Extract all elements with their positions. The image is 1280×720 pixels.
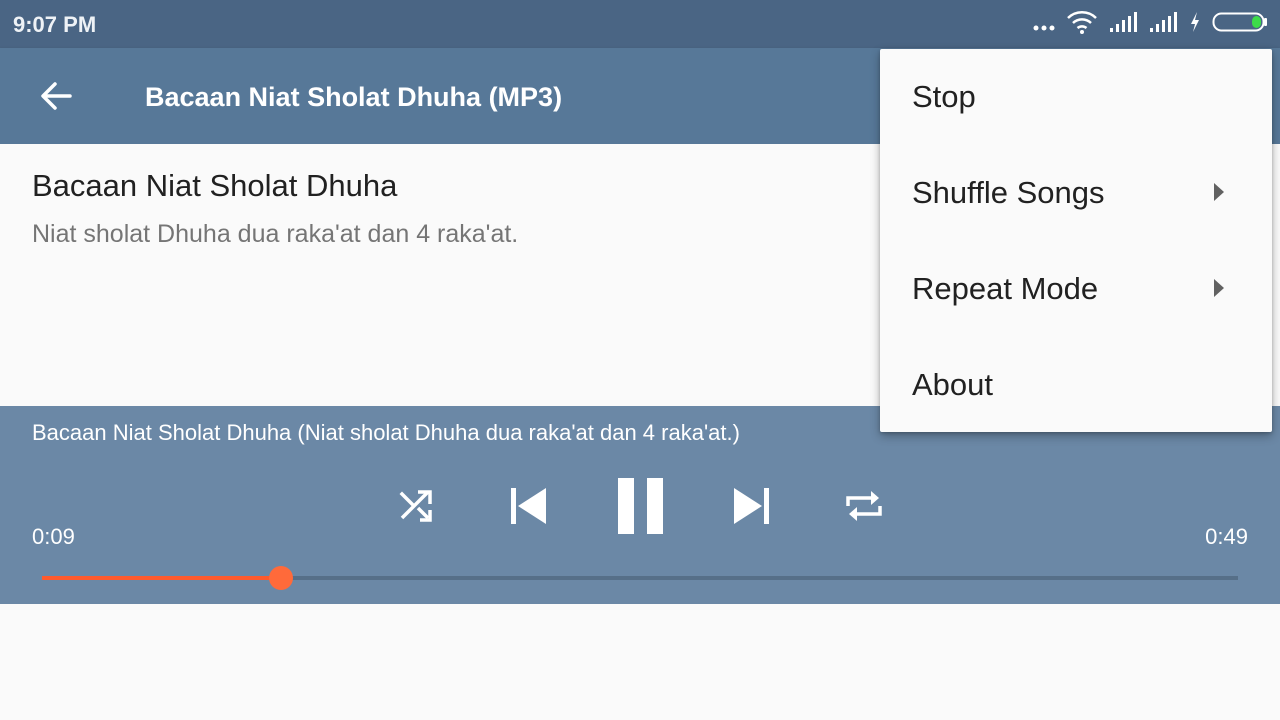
charging-icon — [1188, 8, 1202, 41]
battery-icon — [1212, 8, 1268, 41]
menu-item-shuffle-songs[interactable]: Shuffle Songs — [880, 145, 1272, 241]
total-time: 0:49 — [1205, 524, 1248, 549]
menu-item-repeat-mode[interactable]: Repeat Mode — [880, 241, 1272, 337]
status-time: 9:07 PM — [13, 12, 97, 37]
submenu-arrow-icon — [1214, 183, 1224, 201]
now-playing-text: Bacaan Niat Sholat Dhuha (Niat sholat Dh… — [32, 420, 740, 445]
next-button[interactable] — [726, 480, 778, 532]
status-icons — [1032, 10, 1268, 38]
menu-item-stop[interactable]: Stop — [880, 49, 1272, 145]
track-title: Bacaan Niat Sholat Dhuha — [32, 168, 398, 203]
arrow-back-icon — [41, 82, 72, 110]
menu-item-label: About — [912, 367, 994, 402]
menu-item-about[interactable]: About — [880, 337, 1272, 433]
player-panel: Bacaan Niat Sholat Dhuha (Niat sholat Dh… — [0, 406, 1280, 604]
submenu-arrow-icon — [1214, 279, 1224, 297]
seek-bar[interactable] — [42, 566, 1238, 590]
seek-thumb[interactable] — [269, 566, 294, 590]
shuffle-icon — [399, 490, 432, 522]
previous-button[interactable] — [502, 480, 554, 532]
skip-previous-icon — [511, 488, 546, 524]
wifi-icon — [1066, 8, 1098, 41]
player-controls — [0, 470, 1280, 542]
pause-button[interactable] — [608, 474, 672, 538]
menu-item-label: Repeat Mode — [912, 271, 1099, 306]
more-dots-icon — [1032, 8, 1056, 41]
overflow-menu: Stop Shuffle Songs Repeat Mode About — [880, 49, 1272, 432]
empty-area — [0, 604, 1280, 720]
skip-next-icon — [734, 488, 769, 524]
signal-icon — [1148, 8, 1178, 41]
status-bar: 9:07 PM — [0, 0, 1280, 48]
track-description: Niat sholat Dhuha dua raka'at dan 4 raka… — [32, 220, 519, 248]
back-button[interactable] — [32, 72, 80, 120]
repeat-icon — [846, 491, 882, 521]
menu-item-label: Shuffle Songs — [912, 175, 1105, 210]
repeat-button[interactable] — [840, 482, 888, 530]
pause-icon — [618, 478, 663, 534]
signal-icon — [1108, 8, 1138, 41]
current-time: 0:09 — [32, 524, 75, 549]
shuffle-button[interactable] — [392, 482, 440, 530]
toolbar-title: Bacaan Niat Sholat Dhuha (MP3) — [145, 82, 563, 112]
menu-item-label: Stop — [912, 79, 976, 114]
seek-progress — [42, 576, 282, 580]
